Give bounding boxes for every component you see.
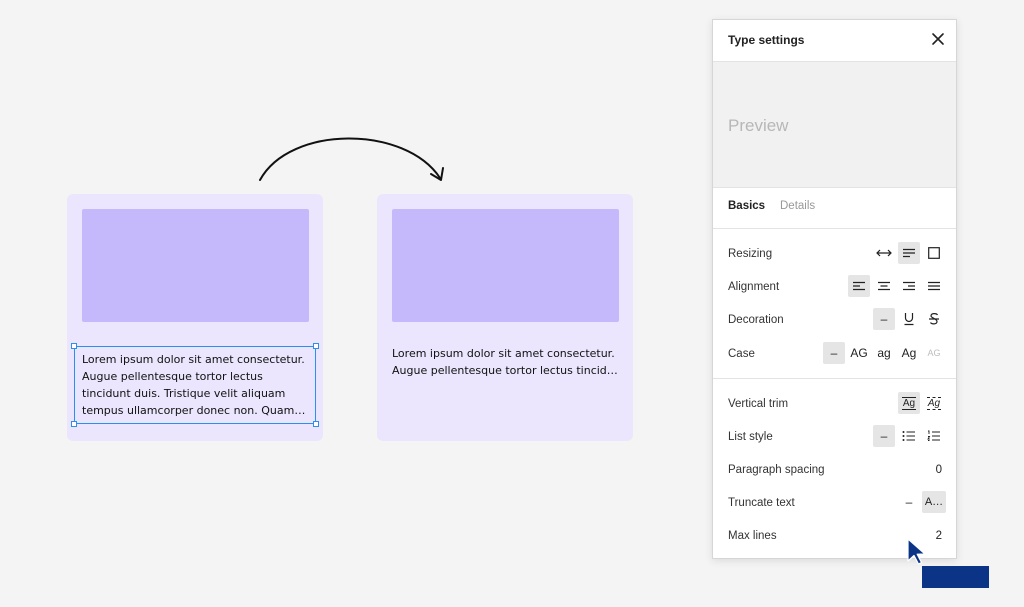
align-left-button[interactable] bbox=[848, 275, 870, 297]
align-right-button[interactable] bbox=[898, 275, 920, 297]
truncate-off-button[interactable]: – bbox=[898, 491, 920, 513]
strikethrough-icon bbox=[929, 313, 939, 325]
card-after: Lorem ipsum dolor sit amet consectetur. … bbox=[377, 194, 633, 441]
align-right-icon bbox=[903, 281, 915, 291]
case-none-button[interactable]: – bbox=[823, 342, 845, 364]
cursor-label-badge bbox=[922, 566, 989, 588]
tab-details[interactable]: Details bbox=[780, 200, 815, 212]
label-alignment: Alignment bbox=[728, 281, 780, 293]
mouse-cursor-icon bbox=[907, 538, 926, 565]
vertical-trim-cap-icon: Ag bbox=[901, 396, 917, 410]
label-decoration: Decoration bbox=[728, 314, 784, 326]
close-icon[interactable] bbox=[930, 31, 946, 47]
card-right-line: Augue pellentesque tortor lectus tincid… bbox=[392, 364, 618, 377]
bulleted-list-icon bbox=[902, 431, 915, 441]
card-image-placeholder bbox=[392, 209, 619, 322]
case-lower-button[interactable]: ag bbox=[873, 342, 895, 364]
preview-text: Preview bbox=[728, 116, 789, 135]
label-case: Case bbox=[728, 348, 755, 360]
auto-height-icon bbox=[903, 248, 915, 258]
label-list-style: List style bbox=[728, 431, 773, 443]
align-center-button[interactable] bbox=[873, 275, 895, 297]
vertical-trim-standard-button[interactable]: Ag bbox=[923, 392, 945, 414]
vertical-trim-standard-icon: Ag bbox=[926, 396, 942, 410]
vertical-trim-cap-button[interactable]: Ag bbox=[898, 392, 920, 414]
truncate-on-button[interactable]: A… bbox=[922, 491, 946, 513]
resize-height-button[interactable] bbox=[898, 242, 920, 264]
type-settings-panel: Type settings Preview Basics Details Res… bbox=[712, 19, 957, 559]
align-justify-icon bbox=[928, 281, 940, 291]
numbered-list-icon bbox=[927, 430, 940, 441]
label-truncate-text: Truncate text bbox=[728, 497, 795, 509]
resize-fixed-button[interactable] bbox=[923, 242, 945, 264]
numbered-list-button[interactable] bbox=[923, 425, 945, 447]
align-center-icon bbox=[878, 281, 890, 291]
underline-icon bbox=[904, 313, 914, 326]
align-left-icon bbox=[853, 281, 865, 291]
text-selection-box[interactable] bbox=[74, 346, 316, 424]
bulleted-list-button[interactable] bbox=[898, 425, 920, 447]
card-image-placeholder bbox=[82, 209, 309, 322]
fixed-size-icon bbox=[928, 247, 940, 259]
label-vertical-trim: Vertical trim bbox=[728, 398, 789, 410]
label-paragraph-spacing: Paragraph spacing bbox=[728, 464, 825, 476]
align-justify-button[interactable] bbox=[923, 275, 945, 297]
paragraph-spacing-value[interactable]: 0 bbox=[936, 464, 942, 476]
divider bbox=[713, 228, 956, 229]
panel-title: Type settings bbox=[728, 33, 805, 47]
arrows-horizontal-icon bbox=[876, 249, 892, 257]
label-max-lines: Max lines bbox=[728, 530, 777, 542]
resize-handle-tl[interactable] bbox=[71, 343, 77, 349]
label-resizing: Resizing bbox=[728, 248, 773, 260]
tab-basics[interactable]: Basics bbox=[728, 200, 765, 212]
case-upper-button[interactable]: AG bbox=[848, 342, 870, 364]
max-lines-value[interactable]: 2 bbox=[936, 530, 942, 542]
curved-arrow-icon bbox=[259, 137, 444, 181]
divider bbox=[713, 378, 956, 379]
resize-width-button[interactable] bbox=[873, 242, 895, 264]
preview-area: Preview bbox=[713, 61, 956, 188]
case-title-button[interactable]: Ag bbox=[898, 342, 920, 364]
resize-handle-br[interactable] bbox=[313, 421, 319, 427]
resize-handle-bl[interactable] bbox=[71, 421, 77, 427]
underline-button[interactable] bbox=[898, 308, 920, 330]
decoration-none-button[interactable]: – bbox=[873, 308, 895, 330]
card-right-text[interactable]: Lorem ipsum dolor sit amet consectetur. … bbox=[392, 345, 619, 379]
card-right-line: Lorem ipsum dolor sit amet consectetur. bbox=[392, 347, 615, 360]
list-none-button[interactable]: – bbox=[873, 425, 895, 447]
resize-handle-tr[interactable] bbox=[313, 343, 319, 349]
strikethrough-button[interactable] bbox=[923, 308, 945, 330]
case-small-caps-button[interactable]: AG bbox=[923, 342, 945, 364]
